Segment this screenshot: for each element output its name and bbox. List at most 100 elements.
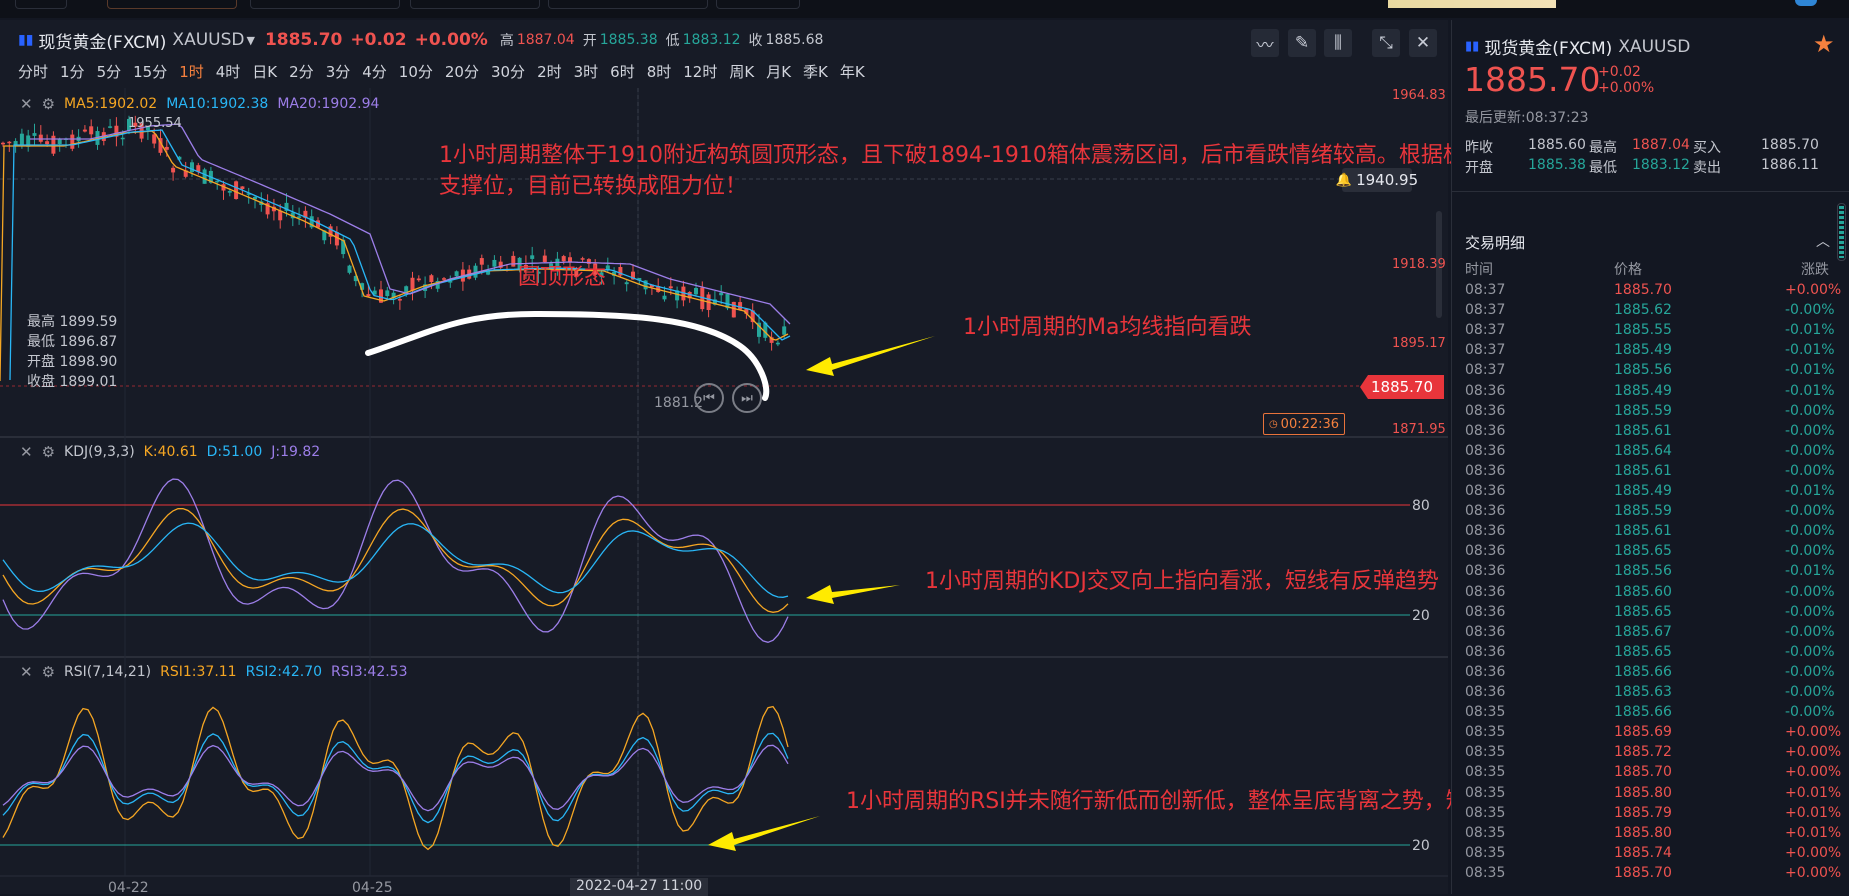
trade-change: -0.01% (1785, 563, 1835, 580)
candle-body (347, 265, 352, 273)
chevron-up-icon[interactable]: ︿ (1816, 231, 1830, 251)
ohlc-open: 开盘 1898.90 (27, 354, 118, 370)
candle-body (215, 180, 220, 183)
trade-price: 1885.70 (1614, 764, 1672, 781)
candle-body (7, 141, 12, 144)
close-icon[interactable]: ✕ (1409, 29, 1437, 57)
close-icon[interactable]: ✕ (20, 443, 33, 461)
line-chart-icon[interactable]: 〰 (1251, 29, 1279, 57)
trade-time: 08:37 (1465, 282, 1506, 298)
trade-time: 08:36 (1465, 503, 1506, 520)
timeframe-0[interactable]: 分时 (18, 61, 48, 82)
timeframe-14[interactable]: 3时 (574, 61, 599, 82)
trade-price: 1885.66 (1614, 704, 1672, 721)
trade-time: 08:36 (1465, 623, 1506, 640)
trade-row: 08:37 1885.70 +0.00% (1465, 282, 1843, 302)
ohlc-close: 收盘 1899.01 (27, 374, 118, 390)
top-tab[interactable] (716, 0, 800, 9)
rsi-level-20: 20 (1412, 838, 1430, 854)
trade-time: 08:35 (1465, 744, 1506, 761)
trade-change: +0.00% (1785, 864, 1842, 881)
timeframe-3[interactable]: 15分 (133, 61, 167, 82)
candle-body (70, 134, 75, 149)
avatar[interactable] (1795, 0, 1817, 6)
timeframe-2[interactable]: 5分 (97, 61, 122, 82)
candle-body (542, 255, 547, 262)
symbol-name[interactable]: 现货黄金(FXCM) (38, 28, 166, 53)
pencil-icon[interactable]: ✎ (1288, 29, 1316, 57)
ohlc-info-box: 最高 1899.59 最低 1896.87 开盘 1898.90 收盘 1899… (27, 312, 117, 392)
top-tab[interactable] (548, 0, 708, 9)
clock-icon: ◷ (1268, 418, 1278, 430)
candlestick-icon[interactable]: ⫼ (1324, 29, 1352, 57)
top-tab[interactable] (410, 0, 540, 9)
price-alert-label[interactable]: 🔔 1940.95 (1336, 168, 1418, 192)
timeframe-20[interactable]: 季K (803, 61, 828, 82)
timeframe-5[interactable]: 4时 (216, 61, 241, 82)
rsi-2: RSI2:42.70 (245, 664, 323, 680)
close-icon[interactable]: ✕ (20, 663, 33, 681)
top-tab-active[interactable] (107, 0, 237, 9)
price-axis-label: 1871.95 (1392, 422, 1446, 437)
trade-change: -0.01% (1785, 362, 1835, 379)
trade-time: 08:36 (1465, 483, 1506, 499)
timeframe-21[interactable]: 年K (840, 61, 865, 82)
timeframe-7[interactable]: 2分 (289, 61, 314, 82)
yellow-arrow-ma (806, 336, 935, 376)
candle-body (511, 255, 516, 267)
trade-change: -0.01% (1785, 483, 1835, 499)
annotation-kdj: 1小时周期的KDJ交叉向上指向看涨，短线有反弹趋势 (925, 569, 1439, 594)
trade-row: 08:35 1885.66 -0.00% (1465, 704, 1843, 724)
chevron-down-icon[interactable]: ▼ (246, 34, 254, 47)
timeframe-10[interactable]: 10分 (399, 61, 433, 82)
timeframe-4[interactable]: 1时 (179, 61, 204, 82)
low-label: 低 (665, 33, 680, 49)
timeframe-11[interactable]: 20分 (445, 61, 479, 82)
trade-change: -0.00% (1785, 684, 1835, 700)
candle-body (775, 342, 780, 345)
price-axis-label: 1895.17 (1392, 336, 1446, 351)
replay-back-icon[interactable]: ⏮ (694, 383, 724, 413)
chart-canvas[interactable] (0, 88, 1448, 894)
trade-row: 08:36 1885.49 -0.01% (1465, 483, 1843, 503)
ticker[interactable]: XAUUSD (172, 30, 244, 50)
timeframe-12[interactable]: 30分 (491, 61, 525, 82)
timeframe-1[interactable]: 1分 (60, 61, 85, 82)
top-tab[interactable] (15, 0, 67, 9)
trade-change: +0.00% (1785, 724, 1842, 741)
trade-price: 1885.62 (1614, 302, 1672, 319)
price-change: +0.02 (350, 30, 407, 50)
candle-body (397, 299, 402, 301)
timeframe-8[interactable]: 3分 (326, 61, 351, 82)
star-icon[interactable]: ★ (1813, 30, 1835, 58)
gear-icon[interactable]: ⚙ (42, 95, 55, 113)
timeframe-19[interactable]: 月K (766, 61, 791, 82)
kdj-name: KDJ(9,3,3) (64, 444, 135, 460)
trade-row: 08:35 1885.70 +0.00% (1465, 764, 1843, 784)
replay-forward-icon[interactable]: ⏭ (732, 383, 762, 413)
bell-icon: 🔔 (1335, 172, 1353, 188)
gear-icon[interactable]: ⚙ (42, 663, 55, 681)
gear-icon[interactable]: ⚙ (42, 443, 55, 461)
timeframe-6[interactable]: 日K (252, 61, 277, 82)
trade-row: 08:37 1885.55 -0.01% (1465, 322, 1843, 342)
top-tab[interactable] (250, 0, 400, 9)
timeframe-17[interactable]: 12时 (683, 61, 717, 82)
collapse-icon[interactable]: ⤡ (1372, 29, 1400, 57)
trade-time: 08:36 (1465, 402, 1506, 419)
trade-price: 1885.49 (1614, 382, 1672, 399)
trade-row: 08:35 1885.80 +0.01% (1465, 825, 1843, 845)
trade-row: 08:36 1885.59 -0.00% (1465, 403, 1843, 423)
trade-change: +0.00% (1785, 744, 1842, 761)
timeframe-13[interactable]: 2时 (537, 61, 562, 82)
timeframe-18[interactable]: 周K (729, 61, 754, 82)
trade-time: 08:37 (1465, 362, 1506, 379)
candle-body (454, 271, 459, 277)
trade-change: -0.00% (1785, 422, 1835, 439)
timeframe-16[interactable]: 8时 (647, 61, 672, 82)
yellow-arrow-kdj (806, 585, 900, 604)
close-icon[interactable]: ✕ (20, 95, 33, 113)
timeframe-15[interactable]: 6时 (610, 61, 635, 82)
candle-body (479, 258, 484, 265)
timeframe-9[interactable]: 4分 (362, 61, 387, 82)
